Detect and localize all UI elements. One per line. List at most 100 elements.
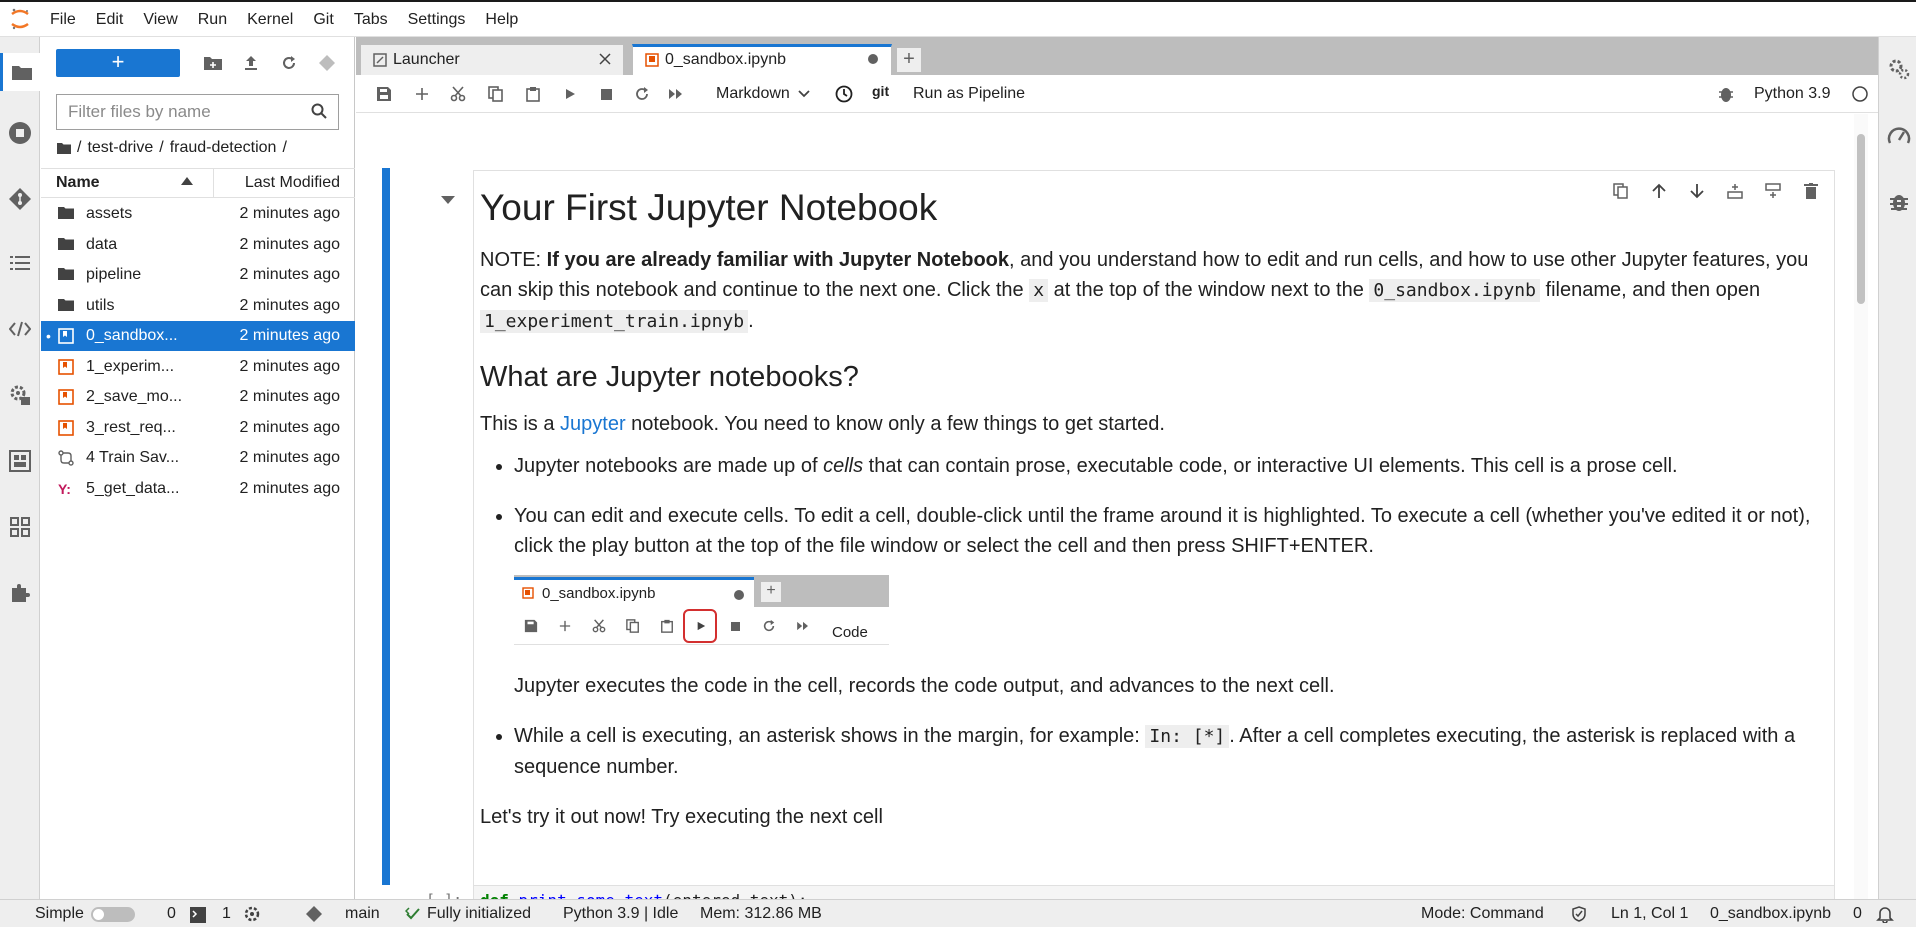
code-snippets-icon[interactable] [6, 315, 34, 343]
breadcrumb-fraud-detection[interactable]: fraud-detection [170, 139, 277, 157]
scrollbar-thumb[interactable] [1857, 134, 1865, 304]
upload-icon[interactable] [239, 51, 263, 75]
new-launcher-button[interactable]: + [56, 49, 180, 77]
cursor-position[interactable]: Ln 1, Col 1 [1611, 900, 1688, 928]
pipeline-components-icon[interactable] [6, 513, 34, 541]
close-icon[interactable] [599, 53, 611, 65]
yaml-icon: Y: [58, 481, 74, 497]
notification-count[interactable]: 0 [1853, 900, 1862, 928]
git-clone-icon[interactable] [315, 51, 339, 75]
paste-icon[interactable] [523, 84, 543, 104]
menu-run[interactable]: Run [188, 2, 237, 37]
code-cell-prompt: [ ]: [426, 891, 462, 899]
notification-bell-icon[interactable] [1876, 905, 1894, 923]
lsp-status[interactable]: Fully initialized [427, 900, 531, 928]
new-tab-button[interactable]: + [896, 47, 922, 73]
inline-code: x [1029, 279, 1049, 302]
search-icon [311, 103, 327, 119]
menu-bar: File Edit View Run Kernel Git Tabs Setti… [0, 2, 1916, 37]
running-sessions-icon[interactable] [6, 119, 34, 147]
file-row[interactable]: utils 2 minutes ago [41, 291, 355, 321]
terminal-count[interactable]: 0 [167, 900, 176, 928]
run-as-pipeline-button[interactable]: Run as Pipeline [913, 85, 1025, 103]
restart-kernel-icon[interactable] [632, 84, 652, 104]
tab-label: Launcher [393, 51, 460, 68]
file-row[interactable]: 2_save_mo... 2 minutes ago [41, 382, 355, 412]
cut-icon[interactable] [448, 84, 468, 104]
resource-usage-gauge-icon[interactable] [1885, 121, 1913, 149]
bullet-text: Jupyter notebooks are made up of [514, 455, 824, 477]
interrupt-kernel-icon[interactable] [596, 84, 616, 104]
file-row[interactable]: 1_experim... 2 minutes ago [41, 352, 355, 382]
file-filter-input[interactable] [56, 94, 339, 130]
notebook-scrollbar[interactable] [1854, 114, 1868, 899]
file-name: data [86, 235, 118, 253]
copy-icon[interactable] [486, 84, 506, 104]
property-inspector-gear-icon[interactable] [1885, 55, 1913, 83]
file-row[interactable]: • 0_sandbox... 2 minutes ago [41, 321, 355, 351]
collapse-heading-caret-icon[interactable] [441, 196, 455, 204]
notebook-content: Your First Jupyter Notebook NOTE: If you… [356, 114, 1878, 899]
git-history-clock-icon[interactable] [834, 84, 854, 104]
main-area: Launcher 0_sandbox.ipynb + Markdown git … [356, 37, 1878, 899]
home-folder-icon[interactable] [57, 142, 71, 154]
refresh-icon[interactable] [277, 51, 301, 75]
tab-launcher[interactable]: Launcher [360, 44, 624, 75]
file-browser-tab-icon[interactable] [0, 53, 40, 91]
column-last-modified-header[interactable]: Last Modified [214, 169, 355, 197]
screenshot-tab-label: 0_sandbox.ipynb [542, 585, 656, 602]
menu-view[interactable]: View [133, 2, 187, 37]
left-activity-bar [0, 37, 40, 899]
tab-notebook[interactable]: 0_sandbox.ipynb [632, 44, 892, 75]
save-icon[interactable] [374, 84, 394, 104]
cell-collapser[interactable] [382, 168, 390, 885]
kernel-state[interactable]: Python 3.9 | Idle [563, 900, 678, 928]
jupyter-link[interactable]: Jupyter [560, 413, 626, 435]
component-catalog-icon[interactable] [6, 447, 34, 475]
cell-type-select[interactable]: Markdown [716, 85, 810, 103]
menu-tabs[interactable]: Tabs [344, 2, 398, 37]
git-branch-icon[interactable] [305, 905, 323, 923]
menu-kernel[interactable]: Kernel [237, 2, 303, 37]
extension-manager-icon[interactable] [6, 579, 34, 607]
file-row[interactable]: Y: 5_get_data... 2 minutes ago [41, 474, 355, 504]
simple-mode-toggle[interactable] [91, 907, 135, 922]
new-folder-icon[interactable] [201, 51, 225, 75]
file-modified: 2 minutes ago [239, 479, 340, 497]
sort-ascending-icon[interactable] [181, 177, 193, 185]
trusted-shield-icon[interactable] [1571, 906, 1587, 922]
kernel-name[interactable]: Python 3.9 [1754, 85, 1831, 103]
restart-run-all-icon[interactable] [666, 84, 686, 104]
run-cell-icon[interactable] [560, 84, 580, 104]
insert-cell-icon[interactable] [412, 84, 432, 104]
menu-git[interactable]: Git [303, 2, 343, 37]
table-of-contents-icon[interactable] [6, 249, 34, 277]
menu-settings[interactable]: Settings [398, 2, 476, 37]
notebook-icon [58, 328, 74, 344]
breadcrumb-test-drive[interactable]: test-drive [87, 139, 153, 157]
memory-usage: Mem: 312.86 MB [700, 905, 822, 922]
file-row[interactable]: assets 2 minutes ago [41, 199, 355, 229]
git-icon[interactable] [6, 185, 34, 213]
markdown-cell[interactable]: Your First Jupyter Notebook NOTE: If you… [473, 170, 1835, 886]
git-diff-button[interactable]: git [872, 83, 889, 99]
runtimes-gear-icon[interactable] [6, 381, 34, 409]
status-filename: 0_sandbox.ipynb [1710, 905, 1831, 922]
file-row[interactable]: pipeline 2 minutes ago [41, 260, 355, 290]
unsaved-dot-icon[interactable] [867, 53, 879, 65]
launcher-icon [373, 53, 387, 67]
menu-help[interactable]: Help [475, 2, 528, 37]
file-row[interactable]: data 2 minutes ago [41, 230, 355, 260]
code-cell[interactable]: def print_some_text(entered_text): [473, 885, 1835, 899]
debugger-toggle-bug-icon[interactable] [1716, 84, 1736, 104]
file-row[interactable]: 3_rest_req... 2 minutes ago [41, 413, 355, 443]
kernel-gear-icon[interactable] [244, 906, 260, 922]
git-branch-name[interactable]: main [345, 900, 380, 928]
kernel-count[interactable]: 1 [222, 900, 231, 928]
note-prefix: NOTE: [480, 249, 547, 271]
menu-file[interactable]: File [40, 2, 86, 37]
file-row[interactable]: 4 Train Sav... 2 minutes ago [41, 443, 355, 473]
menu-edit[interactable]: Edit [86, 2, 134, 37]
terminal-icon[interactable] [190, 907, 206, 923]
debugger-bug-icon[interactable] [1885, 187, 1913, 215]
